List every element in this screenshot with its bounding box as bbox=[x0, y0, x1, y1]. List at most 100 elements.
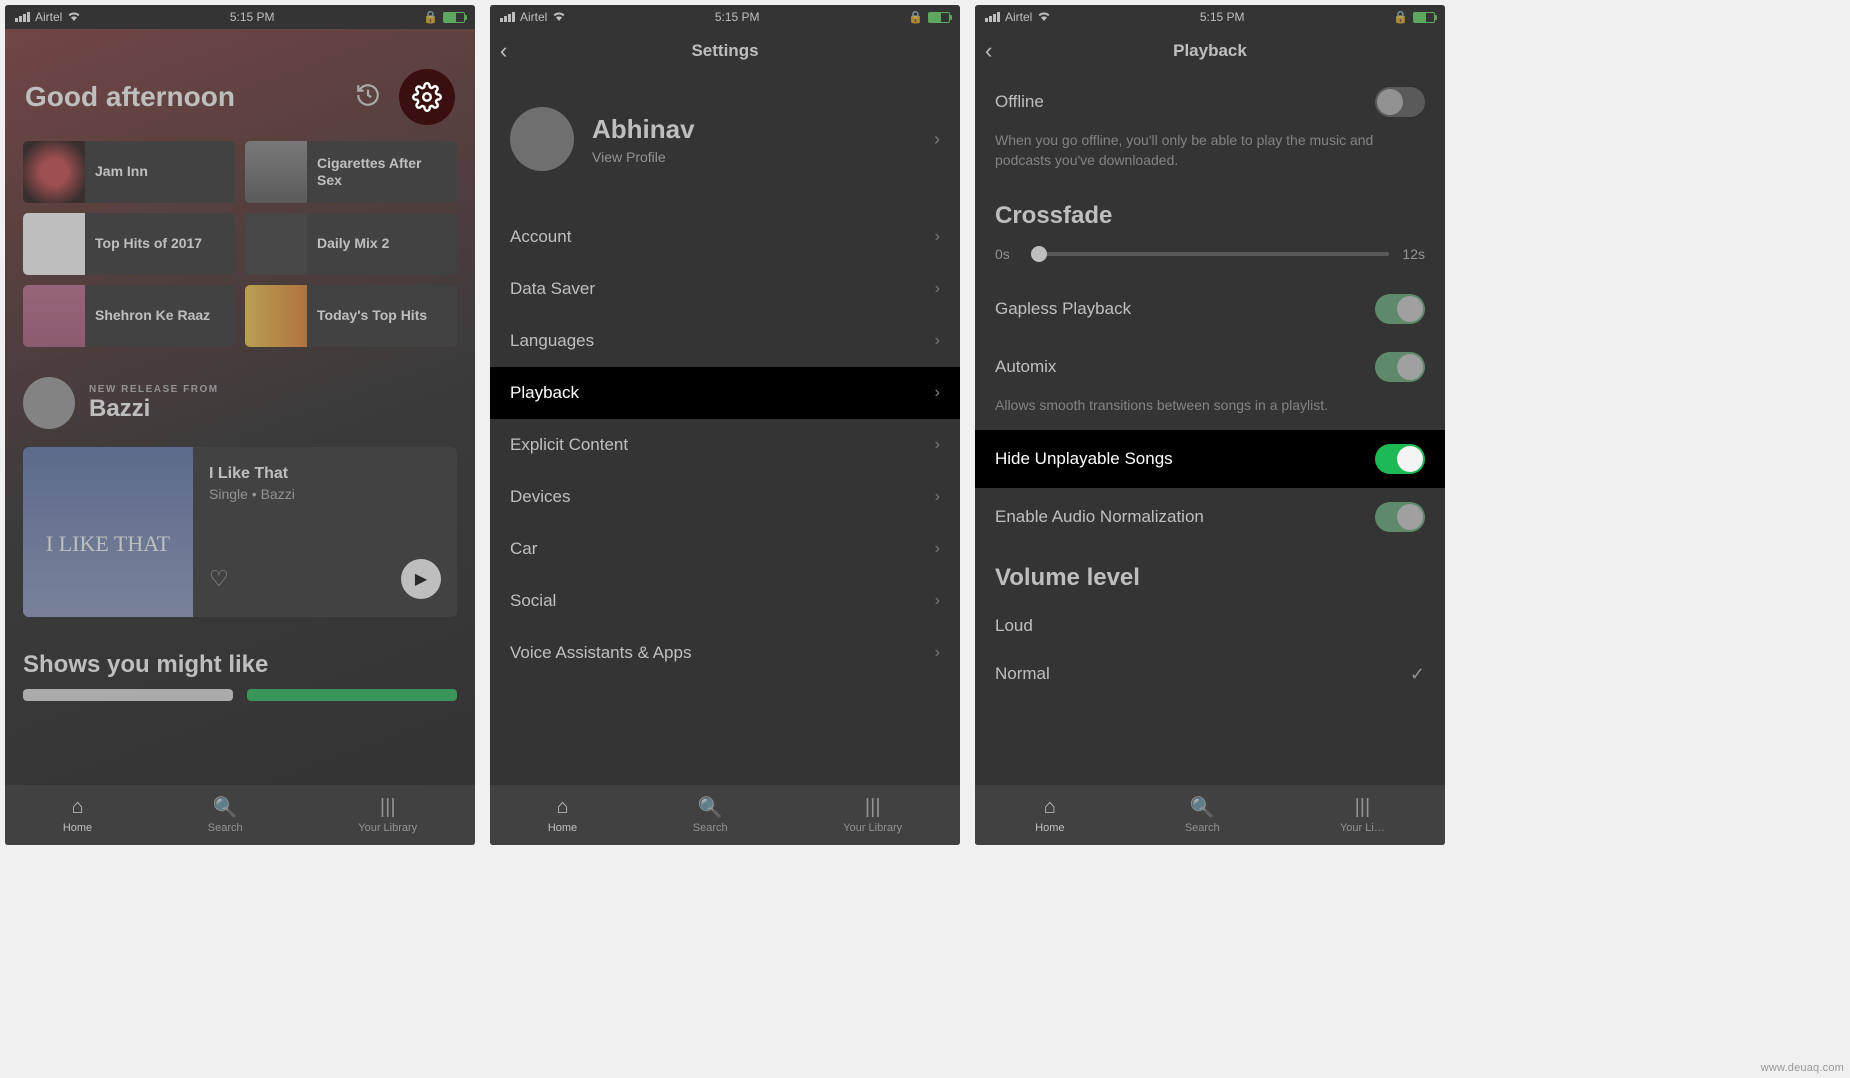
carrier-label: Airtel bbox=[1005, 10, 1032, 24]
volume-option-loud[interactable]: Loud bbox=[975, 602, 1445, 650]
settings-list: Account› Data Saver› Languages› Playback… bbox=[490, 211, 960, 679]
slider-thumb[interactable] bbox=[1031, 246, 1047, 262]
playback-row-automix: Automix bbox=[975, 338, 1445, 396]
slider-track[interactable] bbox=[1031, 252, 1389, 256]
artist-avatar bbox=[23, 377, 75, 429]
hide-unplayable-toggle[interactable] bbox=[1375, 444, 1425, 474]
new-release-label: NEW RELEASE FROM bbox=[89, 384, 219, 395]
tab-bar: ⌂Home 🔍Search |||Your Library bbox=[5, 785, 475, 845]
library-icon: ||| bbox=[1355, 797, 1371, 819]
settings-item-account[interactable]: Account› bbox=[490, 211, 960, 263]
nav-header: ‹ Settings bbox=[490, 29, 960, 73]
shortcut-tile[interactable]: Top Hits of 2017 bbox=[23, 213, 235, 275]
search-icon: 🔍 bbox=[1190, 797, 1215, 819]
automix-description: Allows smooth transitions between songs … bbox=[975, 396, 1445, 430]
signal-icon bbox=[500, 12, 515, 22]
playback-row-gapless: Gapless Playback bbox=[975, 280, 1445, 338]
chevron-right-icon: › bbox=[935, 540, 940, 558]
tab-search[interactable]: 🔍Search bbox=[208, 797, 243, 834]
clock: 5:15 PM bbox=[230, 10, 275, 24]
crossfade-min: 0s bbox=[995, 246, 1021, 262]
shortcut-tile[interactable]: Today's Top Hits bbox=[245, 285, 457, 347]
library-icon: ||| bbox=[865, 797, 881, 819]
release-card[interactable]: I LIKE THAT I Like That Single • Bazzi ♡… bbox=[23, 447, 457, 617]
volume-option-normal[interactable]: Normal ✓ bbox=[975, 650, 1445, 699]
orientation-lock-icon: 🔒 bbox=[908, 10, 923, 24]
automix-toggle[interactable] bbox=[1375, 352, 1425, 382]
home-icon: ⌂ bbox=[1044, 797, 1056, 819]
chevron-right-icon: › bbox=[935, 436, 940, 454]
play-button[interactable]: ▶ bbox=[401, 559, 441, 599]
user-avatar bbox=[510, 107, 574, 171]
settings-item-datasaver[interactable]: Data Saver› bbox=[490, 263, 960, 315]
tab-search[interactable]: 🔍Search bbox=[1185, 797, 1220, 834]
tab-home[interactable]: ⌂Home bbox=[1035, 797, 1064, 834]
crossfade-max: 12s bbox=[1399, 246, 1425, 262]
battery-icon bbox=[928, 12, 950, 23]
offline-toggle[interactable] bbox=[1375, 87, 1425, 117]
screen-home: Airtel 5:15 PM 🔒 Good afternoon JAM I bbox=[5, 5, 475, 845]
page-title: Playback bbox=[1173, 41, 1247, 61]
artist-name: Bazzi bbox=[89, 395, 219, 423]
tab-library[interactable]: |||Your Li… bbox=[1340, 797, 1385, 834]
tab-library[interactable]: |||Your Library bbox=[843, 797, 902, 834]
settings-item-playback[interactable]: Playback› bbox=[490, 367, 960, 419]
check-icon: ✓ bbox=[1410, 664, 1425, 685]
shows-carousel[interactable] bbox=[5, 689, 475, 701]
show-card[interactable] bbox=[247, 689, 457, 701]
settings-button[interactable] bbox=[399, 69, 455, 125]
tab-library[interactable]: |||Your Library bbox=[358, 797, 417, 834]
track-title: I Like That bbox=[209, 465, 441, 483]
album-art: I LIKE THAT bbox=[23, 447, 193, 617]
wifi-icon bbox=[1037, 10, 1051, 24]
search-icon: 🔍 bbox=[213, 797, 238, 819]
shows-section-title: Shows you might like bbox=[5, 625, 475, 689]
profile-row[interactable]: Abhinav View Profile › bbox=[490, 73, 960, 211]
view-profile-link: View Profile bbox=[592, 149, 695, 165]
history-icon[interactable] bbox=[355, 82, 381, 113]
wifi-icon bbox=[552, 10, 566, 24]
watermark: www.deuaq.com bbox=[1761, 1062, 1844, 1074]
gapless-toggle[interactable] bbox=[1375, 294, 1425, 324]
crossfade-header: Crossfade bbox=[975, 184, 1445, 240]
tab-home[interactable]: ⌂Home bbox=[63, 797, 92, 834]
settings-item-explicit[interactable]: Explicit Content› bbox=[490, 419, 960, 471]
new-release-header[interactable]: NEW RELEASE FROM Bazzi bbox=[5, 347, 475, 439]
nav-header: ‹ Playback bbox=[975, 29, 1445, 73]
shortcut-tile[interactable]: Daily Mix 2 bbox=[245, 213, 457, 275]
clock: 5:15 PM bbox=[1200, 10, 1245, 24]
tab-home[interactable]: ⌂Home bbox=[548, 797, 577, 834]
playback-row-normalization: Enable Audio Normalization bbox=[975, 488, 1445, 546]
carrier-label: Airtel bbox=[520, 10, 547, 24]
back-button[interactable]: ‹ bbox=[985, 38, 1015, 64]
chevron-right-icon: › bbox=[935, 644, 940, 662]
settings-item-languages[interactable]: Languages› bbox=[490, 315, 960, 367]
back-button[interactable]: ‹ bbox=[500, 38, 530, 64]
settings-item-car[interactable]: Car› bbox=[490, 523, 960, 575]
orientation-lock-icon: 🔒 bbox=[423, 10, 438, 24]
shortcut-tile[interactable]: Shehron Ke Raaz bbox=[23, 285, 235, 347]
playback-row-hide-unplayable: Hide Unplayable Songs bbox=[975, 430, 1445, 488]
tab-search[interactable]: 🔍Search bbox=[693, 797, 728, 834]
signal-icon bbox=[985, 12, 1000, 22]
screen-settings: Airtel 5:15 PM 🔒 ‹ Settings Abhinav View… bbox=[490, 5, 960, 845]
settings-item-social[interactable]: Social› bbox=[490, 575, 960, 627]
normalization-toggle[interactable] bbox=[1375, 502, 1425, 532]
settings-item-voice[interactable]: Voice Assistants & Apps› bbox=[490, 627, 960, 679]
tab-bar: ⌂Home 🔍Search |||Your Library bbox=[490, 785, 960, 845]
home-icon: ⌂ bbox=[71, 797, 83, 819]
chevron-right-icon: › bbox=[935, 332, 940, 350]
heart-icon[interactable]: ♡ bbox=[209, 566, 229, 592]
signal-icon bbox=[15, 12, 30, 22]
status-bar: Airtel 5:15 PM 🔒 bbox=[5, 5, 475, 29]
orientation-lock-icon: 🔒 bbox=[1393, 10, 1408, 24]
carrier-label: Airtel bbox=[35, 10, 62, 24]
settings-item-devices[interactable]: Devices› bbox=[490, 471, 960, 523]
show-card[interactable] bbox=[23, 689, 233, 701]
track-subtitle: Single • Bazzi bbox=[209, 486, 441, 502]
crossfade-slider[interactable]: 0s 12s bbox=[975, 240, 1445, 280]
shortcut-tile[interactable]: Cigarettes After Sex bbox=[245, 141, 457, 203]
shortcut-tile[interactable]: JAM INNJam Inn bbox=[23, 141, 235, 203]
profile-name: Abhinav bbox=[592, 114, 695, 145]
clock: 5:15 PM bbox=[715, 10, 760, 24]
